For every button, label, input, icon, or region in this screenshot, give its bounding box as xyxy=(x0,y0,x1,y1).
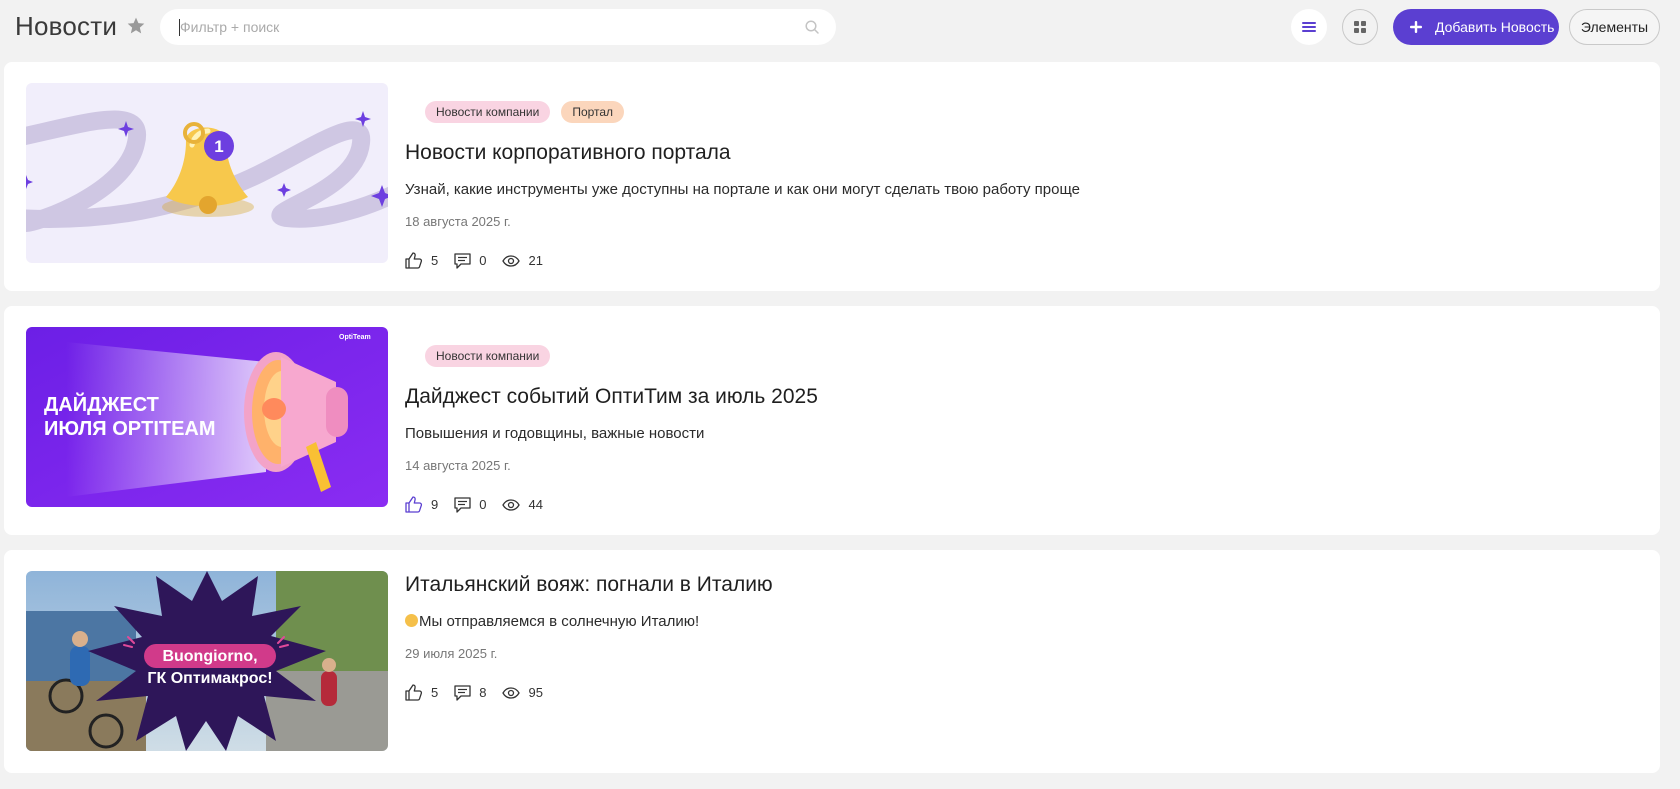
comment-count: 0 xyxy=(479,253,487,268)
favorite-star-icon[interactable] xyxy=(126,16,146,36)
bell-notification-icon: 1 xyxy=(26,83,388,263)
list-view-button[interactable] xyxy=(1291,9,1327,45)
news-date: 14 августа 2025 г. xyxy=(405,458,511,473)
tag-portal[interactable]: Портал xyxy=(561,101,625,123)
add-news-label: Добавить Новость xyxy=(1435,19,1555,35)
comment-button[interactable]: 0 xyxy=(454,496,487,513)
news-stats: 5 8 95 xyxy=(405,684,559,701)
thumbs-up-icon xyxy=(405,252,423,269)
news-stats: 9 0 44 xyxy=(405,496,559,513)
svg-text:1: 1 xyxy=(214,137,223,156)
smiley-emoji-icon xyxy=(405,614,418,627)
views-counter: 95 xyxy=(502,685,543,700)
news-description-row: Мы отправляемся в солнечную Италию! xyxy=(405,613,699,630)
grid-view-button[interactable] xyxy=(1342,9,1378,45)
page-header: Новости Добавить Новость Элем xyxy=(0,0,1680,56)
news-description: Узнай, какие инструменты уже доступны на… xyxy=(405,181,1080,198)
news-image[interactable]: 1 xyxy=(26,83,388,263)
comment-icon xyxy=(454,684,471,701)
comment-button[interactable]: 0 xyxy=(454,252,487,269)
comment-icon xyxy=(454,496,471,513)
comment-icon xyxy=(454,252,471,269)
like-count: 5 xyxy=(431,253,439,268)
news-card[interactable]: 1 Новости компании Портал Новости корпор… xyxy=(4,62,1660,291)
thumbs-up-icon xyxy=(405,684,423,701)
news-description: Мы отправляемся в солнечную Италию! xyxy=(419,613,700,630)
plus-icon xyxy=(1410,21,1422,33)
views-count: 21 xyxy=(528,253,543,268)
eye-icon xyxy=(502,254,521,267)
news-date: 18 августа 2025 г. xyxy=(405,214,511,229)
comment-count: 8 xyxy=(479,685,487,700)
tags-list: Новости компании Портал xyxy=(425,101,625,123)
like-button[interactable]: 5 xyxy=(405,252,438,269)
list-icon xyxy=(1302,22,1316,32)
eye-icon xyxy=(502,686,521,699)
views-counter: 44 xyxy=(502,497,543,512)
news-image[interactable]: ДАЙДЖЕСТ ИЮЛЯ OPTITEAM OptiTeam xyxy=(26,327,388,507)
digest-line-2: ИЮЛЯ OPTITEAM xyxy=(44,418,216,440)
like-button[interactable]: 9 xyxy=(405,496,438,513)
like-count: 5 xyxy=(431,685,439,700)
news-title[interactable]: Новости корпоративного портала xyxy=(405,141,731,165)
page-title: Новости xyxy=(15,11,118,41)
news-card[interactable]: Buongiorno, ГК Оптимакрос! Итальянский в… xyxy=(4,550,1660,773)
news-image[interactable]: Buongiorno, ГК Оптимакрос! xyxy=(26,571,388,751)
views-counter: 21 xyxy=(502,253,543,268)
search-icon[interactable] xyxy=(804,19,820,35)
news-card[interactable]: ДАЙДЖЕСТ ИЮЛЯ OPTITEAM OptiTeam Новости … xyxy=(4,306,1660,535)
like-count: 9 xyxy=(431,497,439,512)
comment-count: 0 xyxy=(479,497,487,512)
italy-trip-image: Buongiorno, ГК Оптимакрос! xyxy=(26,571,388,751)
thumbs-up-icon xyxy=(405,496,423,513)
news-title[interactable]: Итальянский вояж: погнали в Италию xyxy=(405,573,773,597)
views-count: 95 xyxy=(528,685,543,700)
news-stats: 5 0 21 xyxy=(405,252,559,269)
search-input[interactable] xyxy=(180,9,780,45)
comment-button[interactable]: 8 xyxy=(454,684,487,701)
search-bar[interactable] xyxy=(160,9,836,45)
greeting-line-1: Buongiorno, xyxy=(162,648,257,665)
views-count: 44 xyxy=(528,497,543,512)
grid-icon xyxy=(1354,21,1366,33)
add-news-button[interactable]: Добавить Новость xyxy=(1393,9,1559,45)
news-date: 29 июля 2025 г. xyxy=(405,646,498,661)
eye-icon xyxy=(502,498,521,511)
elements-button[interactable]: Элементы xyxy=(1569,9,1660,45)
optiteam-logo: OptiTeam xyxy=(339,334,371,341)
greeting-line-2: ГК Оптимакрос! xyxy=(147,670,272,687)
like-button[interactable]: 5 xyxy=(405,684,438,701)
tag-company-news[interactable]: Новости компании xyxy=(425,345,551,367)
digest-banner-image: ДАЙДЖЕСТ ИЮЛЯ OPTITEAM OptiTeam xyxy=(26,327,388,507)
tag-company-news[interactable]: Новости компании xyxy=(425,101,551,123)
tags-list: Новости компании xyxy=(425,345,551,367)
news-description: Повышения и годовщины, важные новости xyxy=(405,425,705,442)
digest-line-1: ДАЙДЖЕСТ xyxy=(44,392,159,416)
news-title[interactable]: Дайджест событий ОптиТим за июль 2025 xyxy=(405,385,818,409)
